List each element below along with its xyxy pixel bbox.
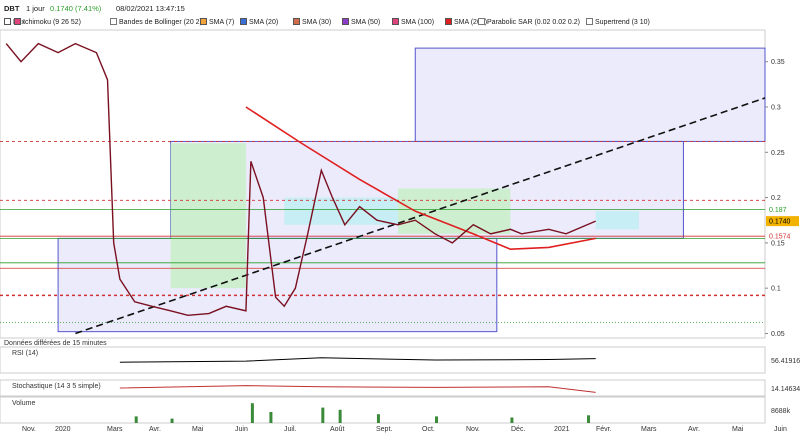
ichimoku-cloud-0 bbox=[170, 143, 246, 289]
y-tick-label: 0.25 bbox=[771, 150, 785, 157]
volume-bar bbox=[510, 417, 514, 423]
price-tag: 0.1740 bbox=[769, 219, 791, 226]
rsi-label: RSI (14) bbox=[12, 350, 38, 357]
x-tick-label: Nov. bbox=[22, 426, 36, 433]
volume-bar bbox=[170, 418, 174, 423]
x-tick-label: Mars bbox=[107, 426, 123, 433]
x-tick-label: Oct. bbox=[422, 426, 435, 433]
volume-bar bbox=[338, 409, 342, 423]
value-tag: 0.1574 bbox=[769, 234, 791, 241]
chart-svg[interactable]: 0.35 0.3 0.25 0.2 0.15 0.1 0.05 0.187 0.1740 0.15… bbox=[0, 0, 806, 435]
x-tick-label: Juin bbox=[235, 426, 248, 433]
x-tick-label: Nov. bbox=[466, 426, 480, 433]
volume-bar bbox=[250, 403, 254, 423]
y-tick-label: 0.2 bbox=[771, 195, 781, 202]
volume-label: Volume bbox=[12, 400, 35, 407]
y-tick-label: 0.15 bbox=[771, 240, 785, 247]
y-axis: 0.35 0.3 0.25 0.2 0.15 0.1 0.05 bbox=[765, 59, 785, 338]
range-box-2 bbox=[414, 47, 766, 142]
rsi-value: 56.41916 bbox=[771, 358, 800, 365]
x-tick-label: 2021 bbox=[554, 426, 570, 433]
x-tick-label: Avr. bbox=[688, 426, 700, 433]
x-tick-label: Déc. bbox=[511, 426, 525, 433]
stoch-pane bbox=[0, 379, 766, 397]
y-tick-label: 0.05 bbox=[771, 331, 785, 338]
volume-bar bbox=[321, 407, 325, 423]
volume-bar bbox=[587, 415, 591, 423]
x-tick-label: Févr. bbox=[596, 426, 612, 433]
x-tick-label: Avr. bbox=[149, 426, 161, 433]
y-tick-label: 0.35 bbox=[771, 59, 785, 66]
volume-bar bbox=[376, 414, 380, 423]
delayed-data-note: Données différées de 15 minutes bbox=[4, 340, 107, 347]
y-tick-label: 0.1 bbox=[771, 286, 781, 293]
ichimoku-cloud-3 bbox=[595, 211, 639, 230]
x-tick-label: Sept. bbox=[376, 426, 392, 433]
volume-bar bbox=[134, 416, 138, 423]
x-tick-label: Juin bbox=[774, 426, 787, 433]
x-axis: Nov. 2020 Mars Avr. Mai Juin Juil. Août Sept. Oct… bbox=[22, 426, 787, 433]
volume-bar bbox=[269, 412, 273, 423]
rsi-pane bbox=[0, 346, 766, 374]
volume-pane bbox=[0, 396, 766, 424]
y-tick-label: 0.3 bbox=[771, 105, 781, 112]
value-tag: 0.187 bbox=[769, 207, 787, 214]
x-tick-label: 2020 bbox=[55, 426, 71, 433]
x-tick-label: Mai bbox=[192, 426, 204, 433]
volume-value: 8688k bbox=[771, 408, 791, 415]
volume-bar bbox=[435, 416, 439, 423]
x-tick-label: Mai bbox=[732, 426, 744, 433]
x-tick-label: Août bbox=[330, 426, 344, 433]
stoch-label: Stochastique (14 3 5 simple) bbox=[12, 383, 101, 390]
stoch-value: 14.14634 bbox=[771, 386, 800, 393]
x-tick-label: Mars bbox=[641, 426, 657, 433]
x-tick-label: Juil. bbox=[284, 426, 297, 433]
